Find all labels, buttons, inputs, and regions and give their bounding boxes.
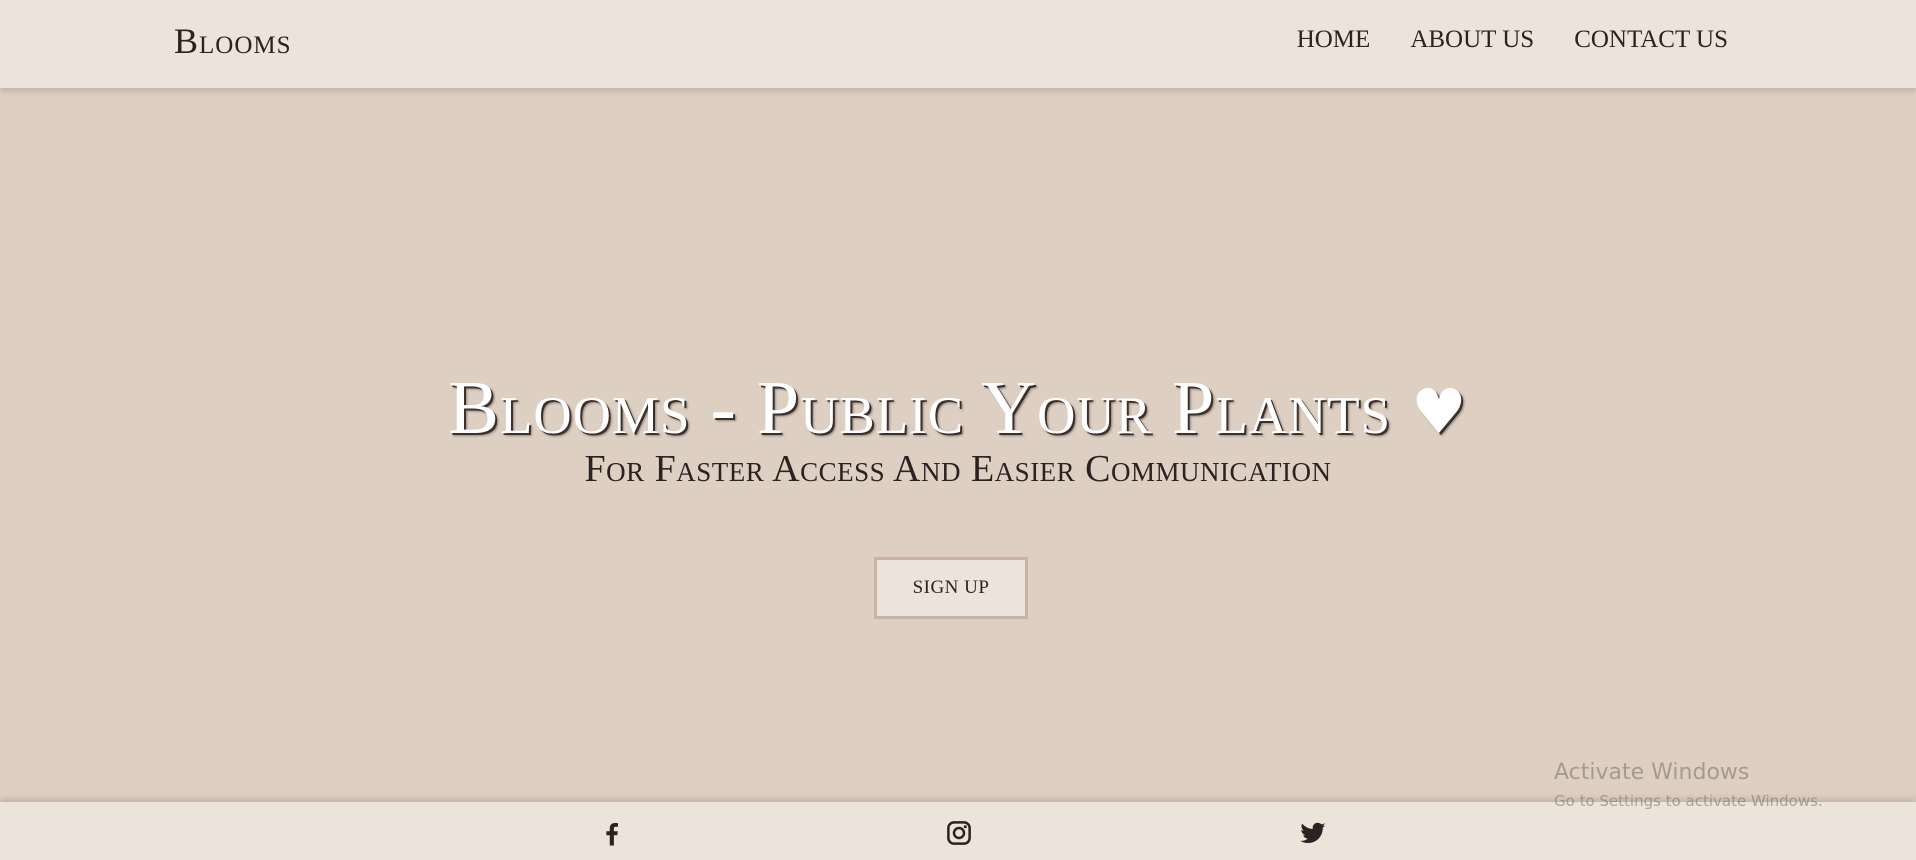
hero-title: Blooms - Public Your Plants ♥: [0, 370, 1916, 446]
nav-home-link[interactable]: HOME: [1297, 26, 1371, 54]
brand-logo[interactable]: Blooms: [174, 20, 292, 62]
hero-title-text: Blooms - Public Your Plants: [448, 366, 1392, 450]
signup-button[interactable]: SIGN UP: [874, 557, 1028, 619]
hero-section: Blooms - Public Your Plants ♥ For Faster…: [0, 88, 1916, 802]
hero-subtitle: For Faster Access And Easier Communicati…: [584, 448, 1332, 490]
heart-icon: ♥: [1411, 375, 1468, 448]
page: Blooms HOME ABOUT US CONTACT US Blooms -…: [0, 0, 1916, 860]
nav-about-link[interactable]: ABOUT US: [1410, 26, 1534, 54]
facebook-icon[interactable]: [597, 818, 627, 848]
windows-activation-watermark: Activate Windows Go to Settings to activ…: [1554, 760, 1823, 810]
twitter-icon[interactable]: [1298, 818, 1328, 848]
watermark-subtitle: Go to Settings to activate Windows.: [1554, 792, 1823, 811]
site-footer: [0, 802, 1916, 860]
instagram-icon[interactable]: [944, 818, 974, 848]
main-nav: HOME ABOUT US CONTACT US: [1297, 26, 1728, 54]
watermark-title: Activate Windows: [1554, 760, 1750, 785]
nav-contact-link[interactable]: CONTACT US: [1574, 26, 1728, 54]
site-header: Blooms HOME ABOUT US CONTACT US: [0, 0, 1916, 88]
